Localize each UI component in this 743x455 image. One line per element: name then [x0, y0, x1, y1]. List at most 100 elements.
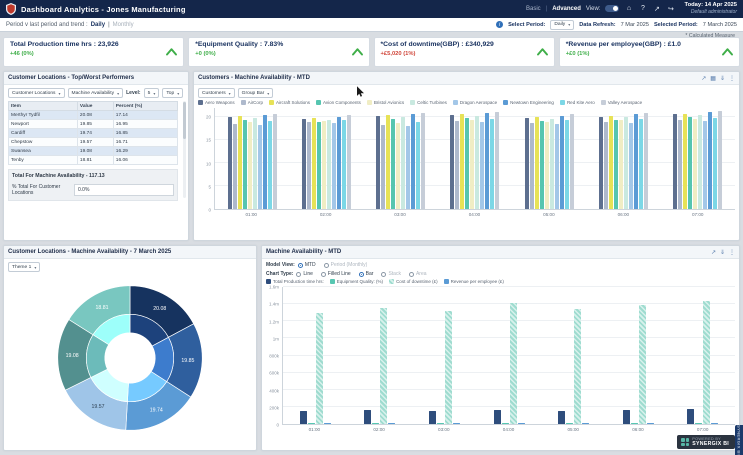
bar[interactable] [316, 121, 321, 209]
legend-item[interactable]: Celtic Turbines [410, 100, 447, 105]
radio-line[interactable]: Line [296, 271, 313, 277]
scrollbar[interactable] [183, 101, 186, 198]
bar[interactable] [569, 114, 574, 209]
share-icon[interactable]: ↗ [652, 5, 661, 13]
bar[interactable] [321, 120, 326, 209]
panel-share-icon[interactable]: ↗ [701, 75, 706, 82]
legend-item[interactable]: Total Production time hrs: [266, 279, 324, 284]
bar[interactable] [331, 123, 336, 209]
bar[interactable] [401, 116, 406, 209]
bar[interactable] [381, 124, 386, 209]
legend-item[interactable]: Revenue per employee (£) [443, 279, 504, 284]
pct-total-value[interactable]: 0.0% [74, 184, 174, 197]
bar[interactable] [703, 300, 711, 424]
bar[interactable] [232, 123, 237, 209]
bar[interactable] [703, 121, 708, 209]
bar[interactable] [698, 114, 703, 209]
bar[interactable] [678, 120, 683, 209]
legend-item[interactable]: Dragon Aerospace [452, 100, 497, 105]
bar[interactable] [465, 118, 470, 209]
bar[interactable] [490, 118, 495, 209]
legend-item[interactable]: Red Kite Aero [559, 100, 595, 105]
legend-item[interactable]: Cost of downtime (£) [389, 279, 438, 284]
bar[interactable] [639, 119, 644, 209]
bar[interactable] [629, 122, 634, 209]
bar[interactable] [416, 121, 421, 209]
bar[interactable] [517, 423, 525, 424]
bar[interactable] [252, 118, 257, 209]
bar[interactable] [475, 115, 480, 209]
bar[interactable] [380, 308, 388, 424]
measure-dropdown[interactable]: Machine Availability ▾ [67, 88, 124, 98]
bar[interactable] [673, 114, 678, 209]
bar[interactable] [630, 423, 638, 424]
bar[interactable] [708, 112, 713, 209]
bar[interactable] [421, 112, 426, 209]
bar[interactable] [549, 118, 554, 209]
radio-mtd[interactable]: MTD [297, 262, 316, 268]
bar[interactable] [634, 114, 639, 209]
bar[interactable] [247, 122, 252, 209]
bar[interactable] [388, 423, 396, 424]
bar[interactable] [272, 113, 277, 209]
period-monthly-link[interactable]: Monthly [113, 22, 134, 28]
bar[interactable] [315, 312, 323, 424]
bar[interactable] [509, 303, 517, 424]
bar[interactable] [683, 113, 688, 209]
help-icon[interactable]: ? [638, 5, 647, 12]
bar[interactable] [444, 311, 452, 424]
bar[interactable] [396, 123, 401, 209]
bar[interactable] [364, 410, 372, 424]
table-row[interactable]: Cardiff 19.74 16.85 [8, 128, 179, 138]
panel-menu-icon[interactable]: ⋮ [729, 249, 735, 256]
bar[interactable] [428, 410, 436, 424]
bar[interactable] [559, 115, 564, 209]
customers-dropdown[interactable]: Customers ▾ [198, 88, 235, 98]
level-dropdown[interactable]: 5 ▾ [143, 88, 160, 98]
bar[interactable] [257, 125, 262, 209]
panel-download-icon[interactable]: ⇓ [720, 249, 725, 256]
bar[interactable] [480, 122, 485, 209]
legend-item[interactable]: Equipment Quality: (%) [329, 279, 383, 284]
legend-item[interactable]: Avion Components [315, 100, 361, 105]
bar[interactable] [227, 117, 232, 209]
bar[interactable] [604, 121, 609, 209]
bar[interactable] [301, 118, 306, 209]
bar[interactable] [495, 111, 500, 209]
bar[interactable] [267, 120, 272, 209]
bar[interactable] [323, 423, 331, 424]
bar[interactable] [376, 116, 381, 209]
column-header[interactable]: Value [76, 101, 114, 111]
bar[interactable] [534, 116, 539, 209]
table-row[interactable]: Merthyr Tydfil 20.08 17.14 [8, 110, 179, 120]
bar[interactable] [306, 122, 311, 209]
bar[interactable] [299, 410, 307, 424]
view-basic-link[interactable]: Basic [526, 6, 541, 12]
bar[interactable] [687, 409, 695, 424]
bar[interactable] [622, 410, 630, 424]
column-header[interactable]: Item [8, 101, 78, 111]
bar[interactable] [644, 113, 649, 209]
select-period-dropdown[interactable]: Daily ▾ [550, 19, 575, 30]
column-header[interactable]: Percent (%) [112, 101, 179, 111]
legend-item[interactable]: Aircraft Solutions [268, 100, 310, 105]
table-row[interactable]: Tenby 18.81 16.06 [8, 155, 179, 165]
bar[interactable] [544, 121, 549, 209]
bar[interactable] [554, 124, 559, 209]
bar[interactable] [624, 117, 629, 209]
kpi-card[interactable]: Total Production time hrs : 23,926 +46 (0… [3, 37, 185, 67]
bar[interactable] [470, 120, 475, 209]
bar[interactable] [372, 423, 380, 424]
table-row[interactable]: Swansea 19.08 16.29 [8, 146, 179, 156]
view-advanced-link[interactable]: Advanced [552, 6, 581, 12]
bar[interactable] [485, 112, 490, 209]
radio-filled-line[interactable]: Filled Line [320, 271, 351, 277]
legend-item[interactable]: Newtown Engineering [503, 100, 554, 105]
bar[interactable] [558, 410, 566, 424]
table-row[interactable]: Newport 19.85 16.95 [8, 119, 179, 129]
bar[interactable] [529, 123, 534, 209]
table-row[interactable]: Chepstow 19.57 16.71 [8, 137, 179, 147]
kpi-card[interactable]: *Equipment Quality : 7.83% +0 (0%) [188, 37, 370, 67]
bar[interactable] [242, 120, 247, 209]
chart-style-dropdown[interactable]: Group Bar ▾ [237, 88, 274, 98]
